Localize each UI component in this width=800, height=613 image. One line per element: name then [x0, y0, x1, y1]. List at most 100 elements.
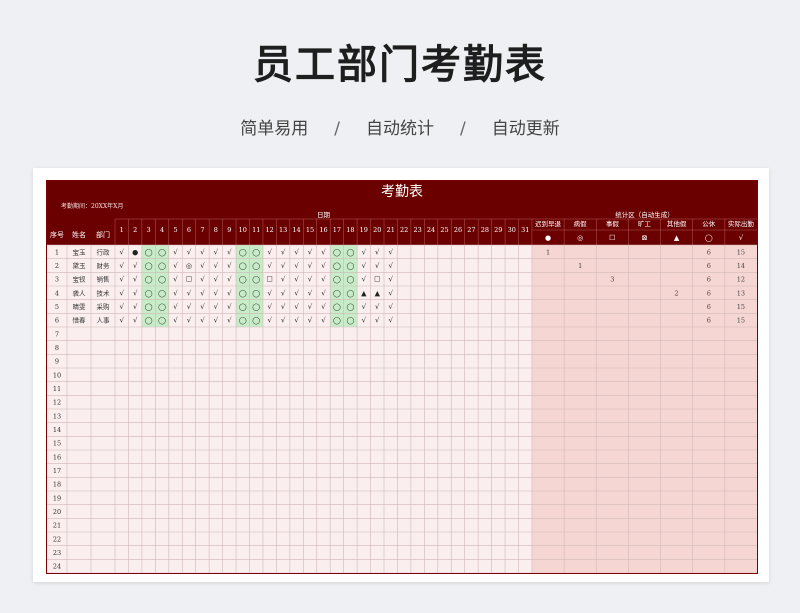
attendance-mark: ◯ — [346, 262, 354, 270]
attendance-mark: ◯ — [333, 276, 341, 284]
day-number: 14 — [292, 226, 300, 234]
attendance-mark: ◯ — [252, 248, 260, 256]
stat-value: 13 — [737, 289, 745, 297]
header-stats-group: 统计区（自动生成） — [615, 210, 674, 219]
day-number: 20 — [373, 226, 381, 234]
attendance-mark: ◯ — [333, 248, 341, 256]
attendance-mark: ◯ — [333, 262, 341, 270]
stat-symbol: √ — [739, 234, 744, 242]
attendance-mark: √ — [362, 248, 367, 256]
row-dept: 采购 — [97, 302, 111, 311]
row-seq: 19 — [53, 494, 61, 502]
day-number: 12 — [266, 226, 274, 234]
attendance-mark: ◯ — [252, 317, 260, 325]
stat-label: 迟到早退 — [535, 219, 562, 228]
attendance-mark: ◎ — [186, 262, 192, 270]
row-seq: 13 — [53, 412, 61, 420]
row-seq: 9 — [55, 358, 59, 366]
attendance-mark: √ — [200, 248, 205, 256]
day-number: 29 — [494, 226, 502, 234]
row-dept: 人事 — [97, 316, 111, 325]
stat-value: 14 — [737, 262, 745, 270]
attendance-sheet: 考勤表 考勤期间：20XX年X月 序号 姓名 部门 日期 统计区（自动生成） 1 2 3 4 5 6 7 8… — [46, 180, 758, 574]
attendance-mark: ◯ — [239, 262, 247, 270]
row-name: 袭人 — [73, 288, 87, 297]
stat-value: 6 — [707, 276, 711, 284]
attendance-mark: √ — [362, 317, 367, 325]
row-seq: 8 — [55, 344, 59, 352]
attendance-mark: √ — [133, 317, 138, 325]
header-name: 姓名 — [72, 230, 86, 239]
day-number: 19 — [360, 226, 368, 234]
day-number: 6 — [187, 226, 191, 234]
stat-value: 15 — [737, 303, 745, 311]
day-number: 10 — [239, 226, 247, 234]
stat-symbol: ◯ — [705, 234, 713, 242]
stat-value: 6 — [707, 317, 711, 325]
attendance-mark: ◯ — [145, 303, 153, 311]
attendance-mark: √ — [294, 317, 299, 325]
attendance-mark: ◯ — [252, 276, 260, 284]
attendance-mark: ◯ — [145, 276, 153, 284]
attendance-mark: √ — [281, 276, 286, 284]
attendance-mark: √ — [214, 262, 219, 270]
day-number: 23 — [413, 226, 421, 234]
attendance-mark: ◯ — [158, 262, 166, 270]
stat-value: 2 — [675, 289, 679, 297]
stat-value: 1 — [578, 262, 582, 270]
attendance-mark: √ — [375, 303, 380, 311]
stat-value: 6 — [707, 289, 711, 297]
day-number: 4 — [160, 226, 164, 234]
attendance-mark: √ — [214, 303, 219, 311]
header-seq: 序号 — [50, 230, 64, 239]
attendance-mark: ◯ — [346, 289, 354, 297]
page-title: 员工部门考勤表 — [253, 42, 547, 88]
row-seq: 20 — [53, 508, 61, 516]
attendance-mark: √ — [119, 248, 124, 256]
row-name: 宝钗 — [73, 275, 87, 284]
subtitle-separator: / — [334, 119, 340, 139]
day-number: 30 — [508, 226, 516, 234]
day-number: 5 — [173, 226, 177, 234]
day-number: 17 — [333, 226, 341, 234]
day-number: 31 — [521, 226, 529, 234]
subtitle-item-auto-stat: 自动统计 — [366, 119, 434, 139]
period-label: 考勤期间：20XX年X月 — [61, 202, 123, 210]
attendance-mark: √ — [281, 303, 286, 311]
attendance-mark: √ — [227, 317, 232, 325]
attendance-mark: √ — [308, 262, 313, 270]
row-name: 晴雯 — [73, 302, 87, 311]
attendance-mark: ● — [132, 248, 138, 256]
attendance-mark: √ — [119, 262, 124, 270]
day-number: 9 — [227, 226, 231, 234]
attendance-mark: √ — [388, 262, 393, 270]
attendance-mark: √ — [375, 262, 380, 270]
header-date-group: 日期 — [317, 211, 331, 219]
day-number: 7 — [200, 226, 204, 234]
attendance-mark: ◯ — [239, 248, 247, 256]
attendance-mark: ☐ — [267, 276, 273, 284]
row-seq: 10 — [53, 371, 61, 379]
attendance-mark: √ — [214, 289, 219, 297]
row-name: 惜春 — [73, 316, 87, 325]
attendance-mark: √ — [200, 289, 205, 297]
attendance-mark: √ — [308, 317, 313, 325]
attendance-mark: ◯ — [239, 276, 247, 284]
attendance-mark: ◯ — [252, 289, 260, 297]
day-number: 22 — [400, 226, 408, 234]
attendance-mark: √ — [294, 303, 299, 311]
attendance-mark: ◯ — [158, 289, 166, 297]
attendance-mark: √ — [267, 262, 272, 270]
attendance-mark: ◯ — [333, 289, 341, 297]
stat-label: 事假 — [606, 219, 620, 228]
row-seq: 11 — [53, 385, 61, 393]
day-number: 13 — [279, 226, 287, 234]
attendance-mark: √ — [362, 303, 367, 311]
attendance-mark: √ — [321, 303, 326, 311]
row-seq: 22 — [53, 535, 61, 543]
row-seq: 4 — [55, 289, 59, 297]
row-seq: 12 — [53, 399, 61, 407]
row-seq: 17 — [53, 467, 61, 475]
row-name: 黛玉 — [73, 261, 87, 270]
day-number: 27 — [467, 226, 475, 234]
